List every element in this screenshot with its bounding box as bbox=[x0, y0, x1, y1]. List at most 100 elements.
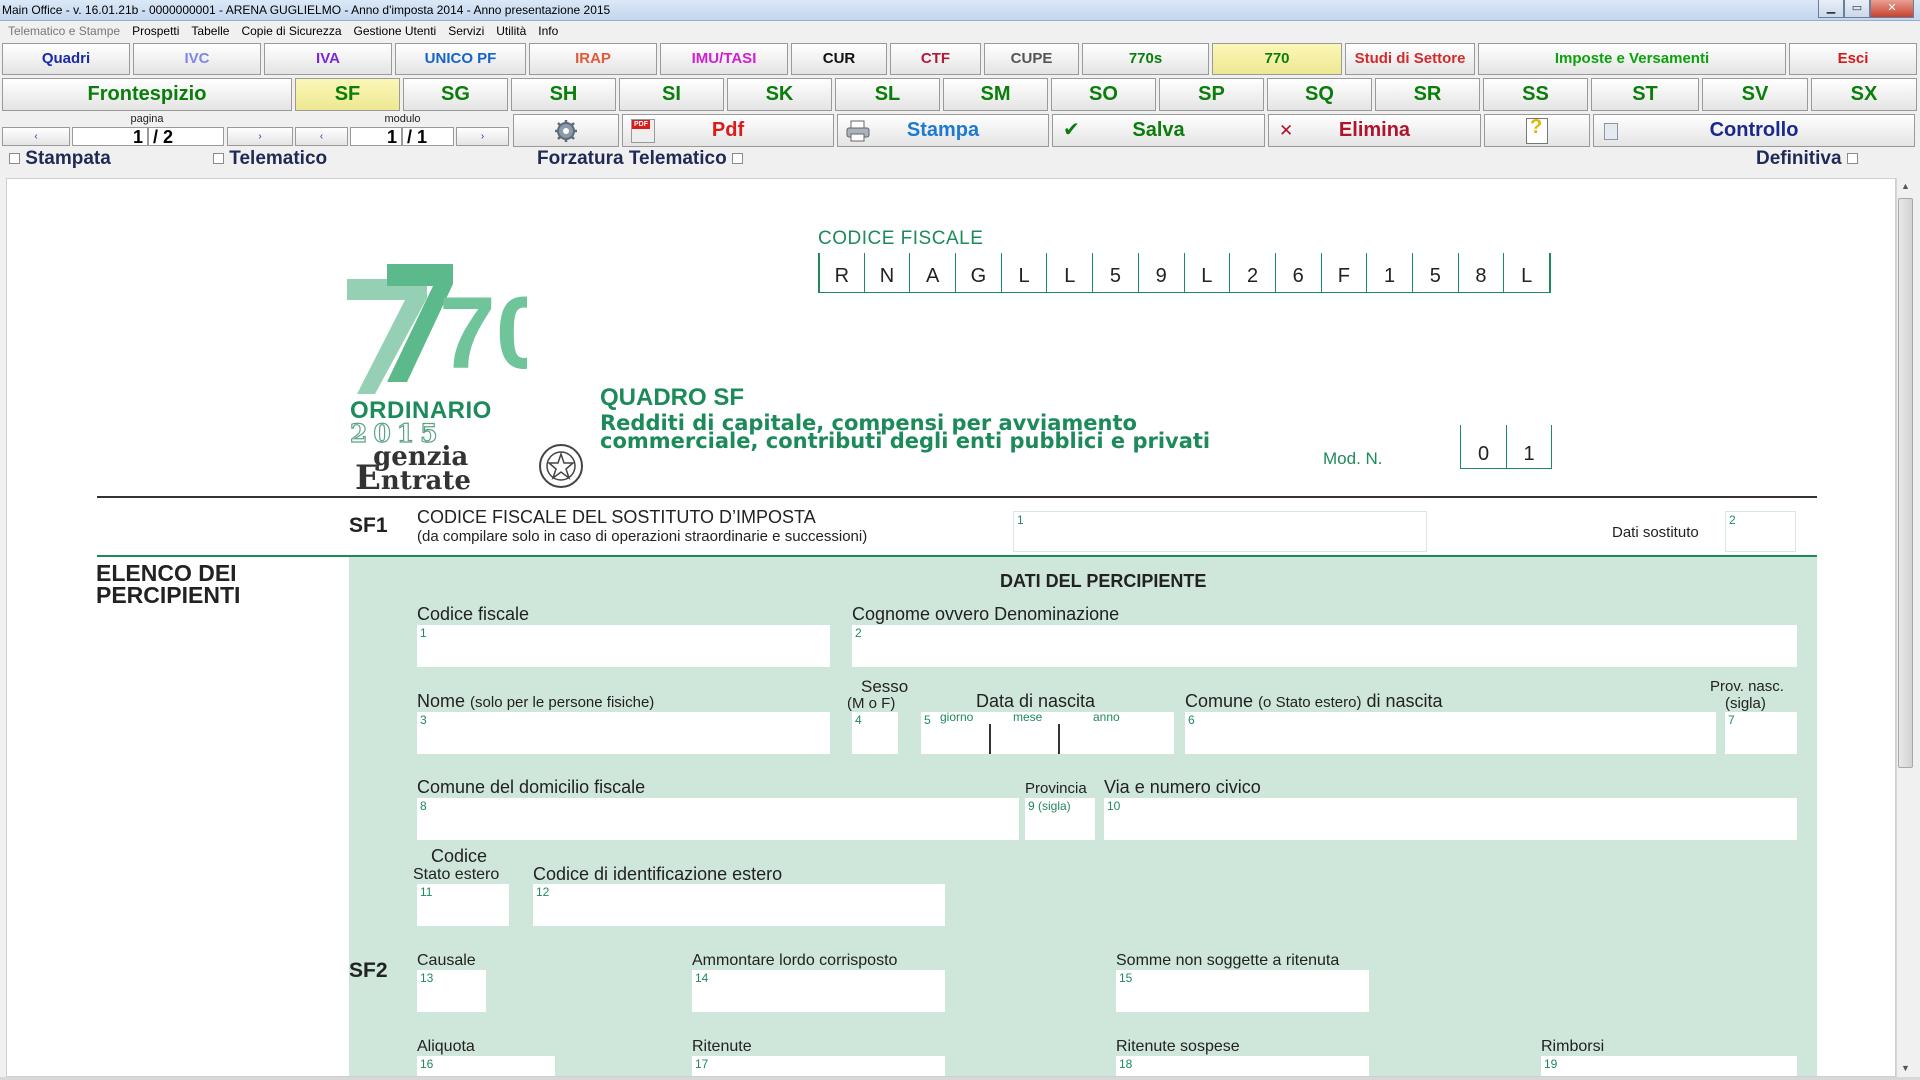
menu-info[interactable]: Info bbox=[532, 21, 564, 41]
aliquota-input[interactable]: 16 bbox=[417, 1056, 555, 1076]
telematico-checkbox[interactable] bbox=[213, 153, 224, 165]
field-number: 2 bbox=[1729, 513, 1736, 527]
prov-nasc-sigla: (sigla) bbox=[1725, 695, 1766, 712]
definitiva-flag: Definitiva bbox=[1756, 148, 1858, 170]
cur-button[interactable]: CUR bbox=[791, 43, 887, 75]
ammontare-input[interactable]: 14 bbox=[692, 970, 945, 1012]
page-pager: pagina ‹ 1 / 2 › bbox=[2, 113, 293, 147]
tab-sr[interactable]: SR bbox=[1375, 78, 1480, 111]
tab-sp[interactable]: SP bbox=[1159, 78, 1264, 111]
rimborsi-input[interactable]: 19 bbox=[1541, 1056, 1797, 1076]
ctf-button[interactable]: CTF bbox=[890, 43, 981, 75]
giorno-label: giorno bbox=[940, 710, 974, 724]
tab-so[interactable]: SO bbox=[1051, 78, 1156, 111]
sf1-codice-fiscale-input[interactable]: 1 bbox=[1013, 511, 1427, 552]
salva-button[interactable]: ✔ Salva bbox=[1052, 114, 1265, 147]
tab-sh[interactable]: SH bbox=[511, 78, 616, 111]
codice-fiscale-char: 5 bbox=[1413, 253, 1459, 292]
cognome-input[interactable]: 2 bbox=[852, 625, 1797, 667]
maximize-icon[interactable]: ▭ bbox=[1844, 0, 1870, 18]
tab-sq[interactable]: SQ bbox=[1267, 78, 1372, 111]
vertical-scrollbar[interactable]: ▲ ▼ bbox=[1896, 178, 1914, 1077]
esci-button[interactable]: Esci bbox=[1789, 43, 1917, 75]
tab-sl[interactable]: SL bbox=[835, 78, 940, 111]
tab-ss[interactable]: SS bbox=[1483, 78, 1588, 111]
codice-stato-input[interactable]: 11 bbox=[417, 884, 509, 926]
module-next-button[interactable]: › bbox=[456, 127, 509, 146]
comune-domicilio-input[interactable]: 8 bbox=[417, 798, 1019, 840]
menu-gestione-utenti[interactable]: Gestione Utenti bbox=[348, 21, 443, 41]
close-icon[interactable]: ✕ bbox=[1870, 0, 1914, 18]
controllo-button[interactable]: Controllo bbox=[1593, 114, 1915, 147]
tab-sf[interactable]: SF bbox=[295, 78, 400, 111]
stampa-button[interactable]: Stampa bbox=[837, 114, 1049, 147]
sesso-input[interactable]: 4 bbox=[852, 712, 898, 754]
tab-si[interactable]: SI bbox=[619, 78, 724, 111]
codice-fiscale-boxes[interactable]: RNAGLL59L26F158L bbox=[818, 253, 1551, 293]
codice-id-estero-input[interactable]: 12 bbox=[533, 884, 945, 926]
ritenute-sospese-input[interactable]: 18 bbox=[1116, 1056, 1369, 1076]
tab-frontespizio[interactable]: Frontespizio bbox=[2, 78, 292, 111]
sesso-label: Sesso bbox=[861, 677, 909, 696]
imu-tasi-button[interactable]: IMU/TASI bbox=[660, 43, 788, 75]
codice-fiscale-input[interactable]: 1 bbox=[417, 625, 830, 667]
770s-button[interactable]: 770s bbox=[1082, 43, 1209, 75]
irap-button[interactable]: IRAP bbox=[529, 43, 657, 75]
menu-prospetti[interactable]: Prospetti bbox=[126, 21, 185, 41]
comune-domicilio-label: Comune del domicilio fiscale bbox=[417, 777, 646, 797]
quadri-button[interactable]: Quadri bbox=[2, 43, 130, 75]
menu-tabelle[interactable]: Tabelle bbox=[185, 21, 235, 41]
menu-utilita[interactable]: Utilità bbox=[490, 21, 532, 41]
page-prev-button[interactable]: ‹ bbox=[2, 127, 70, 146]
scroll-down-icon[interactable]: ▼ bbox=[1897, 1060, 1914, 1077]
nome-label-text: Nome bbox=[417, 691, 466, 711]
tab-sm[interactable]: SM bbox=[943, 78, 1048, 111]
dati-sostituto-input[interactable]: 2 bbox=[1725, 511, 1796, 552]
tab-sg[interactable]: SG bbox=[403, 78, 508, 111]
tab-st[interactable]: ST bbox=[1591, 78, 1699, 111]
menu-telematico-stampe[interactable]: Telematico e Stampe bbox=[2, 21, 126, 41]
iva-button[interactable]: IVA bbox=[264, 43, 392, 75]
mod-n-boxes[interactable]: 01 bbox=[1460, 425, 1552, 469]
scroll-up-icon[interactable]: ▲ bbox=[1897, 178, 1914, 195]
unico-pf-button[interactable]: UNICO PF bbox=[395, 43, 526, 75]
module-prev-button[interactable]: ‹ bbox=[295, 127, 348, 146]
definitiva-checkbox[interactable] bbox=[1846, 153, 1858, 165]
menu-copie-sicurezza[interactable]: Copie di Sicurezza bbox=[235, 21, 347, 41]
comune-nascita-input[interactable]: 6 bbox=[1185, 712, 1716, 754]
help-button[interactable]: ? bbox=[1484, 114, 1590, 147]
page-next-button[interactable]: › bbox=[227, 127, 293, 146]
settings-button[interactable] bbox=[513, 114, 619, 147]
menu-servizi[interactable]: Servizi bbox=[442, 21, 490, 41]
data-nascita-input[interactable]: 5 giorno mese anno bbox=[921, 710, 1174, 754]
scroll-thumb[interactable] bbox=[1898, 198, 1913, 768]
somme-input[interactable]: 15 bbox=[1116, 970, 1369, 1012]
pdf-button[interactable]: PDF Pdf bbox=[622, 114, 834, 147]
provincia-input[interactable]: 9 (sigla) bbox=[1025, 798, 1095, 840]
module-current-field[interactable]: 1 bbox=[350, 127, 402, 146]
nome-input[interactable]: 3 bbox=[417, 712, 830, 754]
page-current-field[interactable]: 1 bbox=[72, 127, 148, 146]
elimina-button[interactable]: ✕ Elimina bbox=[1268, 114, 1481, 147]
cupe-button[interactable]: CUPE bbox=[984, 43, 1079, 75]
pdf-icon-text: PDF bbox=[632, 120, 650, 129]
stampata-label: Stampata bbox=[25, 148, 111, 169]
forzatura-checkbox[interactable] bbox=[731, 153, 743, 165]
ammontare-label: Ammontare lordo corrisposto bbox=[692, 952, 898, 969]
770-button[interactable]: 770 bbox=[1212, 43, 1342, 75]
ritenute-input[interactable]: 17 bbox=[692, 1056, 945, 1076]
via-input[interactable]: 10 bbox=[1104, 798, 1797, 840]
studi-settore-button[interactable]: Studi di Settore bbox=[1345, 43, 1475, 75]
ivc-button[interactable]: IVC bbox=[133, 43, 261, 75]
status-flags: Stampata Telematico Forzatura Telematico… bbox=[0, 148, 1920, 170]
prov-nasc-input[interactable]: 7 bbox=[1725, 712, 1797, 754]
imposte-versamenti-button[interactable]: Imposte e Versamenti bbox=[1478, 43, 1786, 75]
tab-sx[interactable]: SX bbox=[1811, 78, 1917, 111]
elenco-line1: ELENCO DEI bbox=[96, 560, 237, 586]
causale-input[interactable]: 13 bbox=[417, 970, 486, 1012]
tab-sk[interactable]: SK bbox=[727, 78, 832, 111]
tab-sv[interactable]: SV bbox=[1702, 78, 1808, 111]
quadro-subtitle: Redditi di capitale, compensi per avviam… bbox=[600, 413, 1210, 452]
stampata-checkbox[interactable] bbox=[9, 153, 20, 165]
minimize-icon[interactable]: ▁ bbox=[1818, 0, 1844, 18]
